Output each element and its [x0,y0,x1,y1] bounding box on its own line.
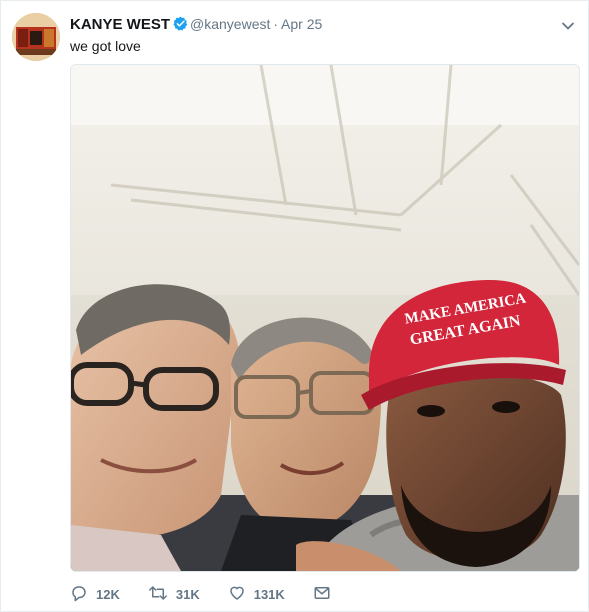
tweet-text: we got love [70,38,141,54]
verified-badge-icon [173,16,188,37]
like-button[interactable]: 131K [228,584,285,605]
tweet-header: KANYE WEST @kanyewest · Apr 25 [70,14,322,37]
display-name[interactable]: KANYE WEST [70,16,170,33]
retweet-count: 31K [175,586,200,602]
reply-icon [70,584,96,605]
chevron-down-icon[interactable] [559,17,577,35]
tweet-actions: 12K 31K 131K [70,583,367,605]
selfie-photo: MAKE AMERICA GREAT AGAIN [71,65,579,571]
reply-button[interactable]: 12K [70,584,120,605]
direct-message-button[interactable] [313,584,339,605]
like-count: 131K [253,586,285,602]
heart-icon [228,584,254,605]
tweet-date[interactable]: Apr 25 [281,16,322,32]
avatar[interactable] [12,13,60,61]
retweet-icon [148,584,176,605]
user-handle[interactable]: @kanyewest [190,16,270,32]
tweet-photo[interactable]: MAKE AMERICA GREAT AGAIN [70,64,580,572]
envelope-icon [313,584,339,605]
retweet-button[interactable]: 31K [148,584,200,605]
tweet-card: KANYE WEST @kanyewest · Apr 25 we got love [0,0,589,612]
reply-count: 12K [96,586,120,602]
header-separator: · [273,16,279,32]
